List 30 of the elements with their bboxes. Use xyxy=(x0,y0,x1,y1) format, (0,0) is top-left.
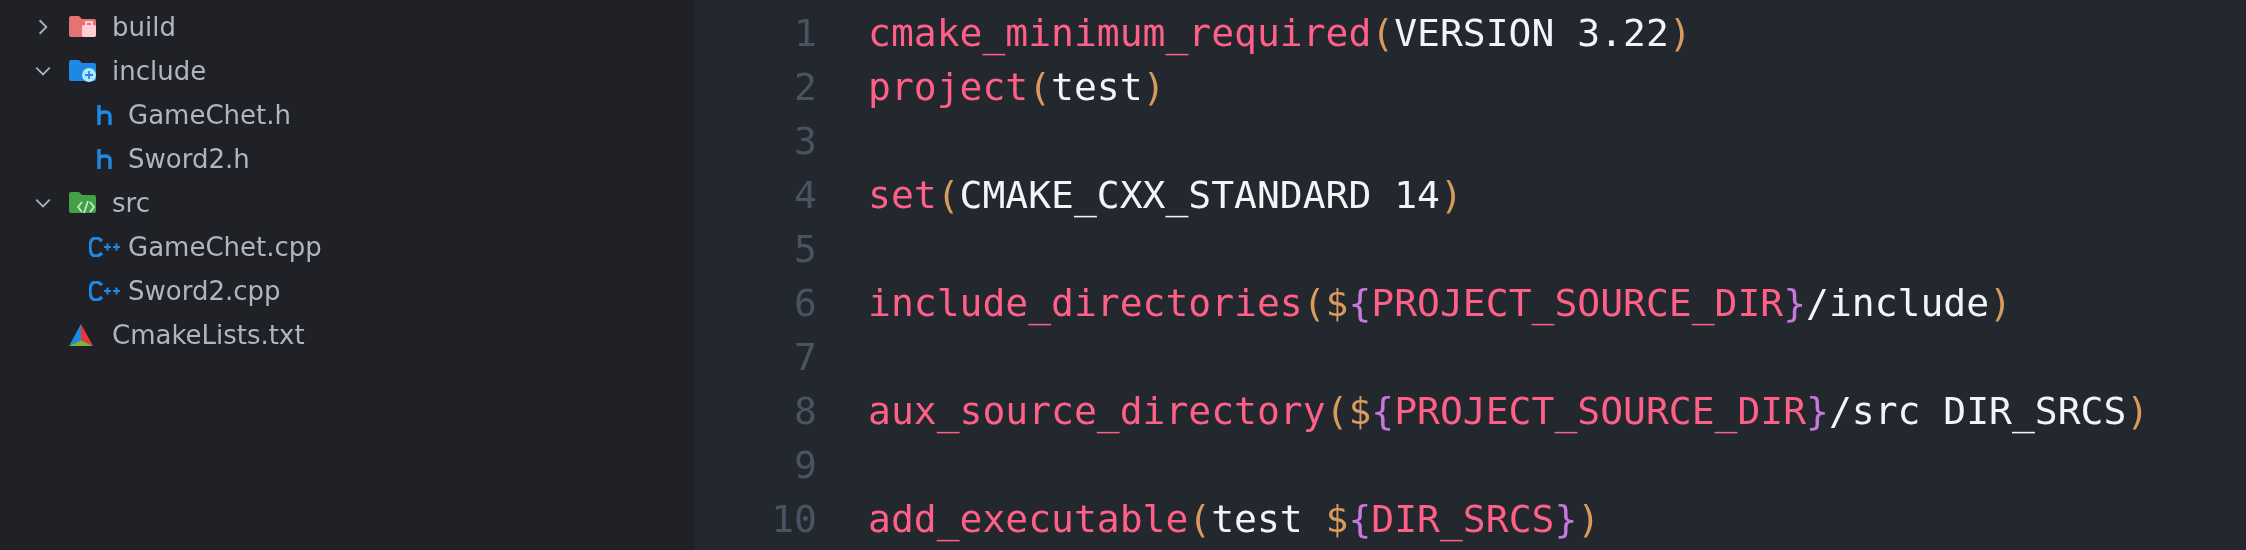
folder-icon xyxy=(68,191,98,215)
tree-item[interactable]: Sword2.h xyxy=(0,137,695,181)
file-name: src xyxy=(112,188,150,218)
code-line: aux_source_directory(${PROJECT_SOURCE_DIR}/src DIR_SRCS) xyxy=(868,389,2150,433)
tree-item[interactable]: GameChet.cpp xyxy=(0,225,695,269)
triangle-icon xyxy=(68,323,94,347)
file-name: build xyxy=(112,12,176,42)
file-name: Sword2.h xyxy=(128,144,250,174)
tree-item[interactable]: Sword2.cpp xyxy=(0,269,695,313)
code-line: project(test) xyxy=(868,65,1166,109)
folder-icon xyxy=(68,59,98,83)
h-letter-icon xyxy=(97,148,113,170)
folder-icon xyxy=(68,15,98,39)
c-plus-plus-icon xyxy=(89,281,121,301)
file-name: CmakeLists.txt xyxy=(112,320,305,350)
code-line: cmake_minimum_required(VERSION 3.22) xyxy=(868,11,1692,55)
tree-item[interactable]: include xyxy=(0,49,695,93)
tree-item[interactable]: build xyxy=(0,5,695,49)
tree-item[interactable]: src xyxy=(0,181,695,225)
file-name: include xyxy=(112,56,207,86)
file-name: GameChet.cpp xyxy=(128,232,322,262)
file-name: GameChet.h xyxy=(128,100,291,130)
tree-item[interactable]: CmakeLists.txt xyxy=(0,313,695,357)
tree-item[interactable]: GameChet.h xyxy=(0,93,695,137)
code-line: include_directories(${PROJECT_SOURCE_DIR}/include) xyxy=(868,281,2012,325)
c-plus-plus-icon xyxy=(89,237,121,257)
h-letter-icon xyxy=(97,104,113,126)
file-name: Sword2.cpp xyxy=(128,276,281,306)
code-line: add_executable(test ${DIR_SRCS}) xyxy=(868,497,1601,541)
code-line: set(CMAKE_CXX_STANDARD 14) xyxy=(868,173,1463,217)
